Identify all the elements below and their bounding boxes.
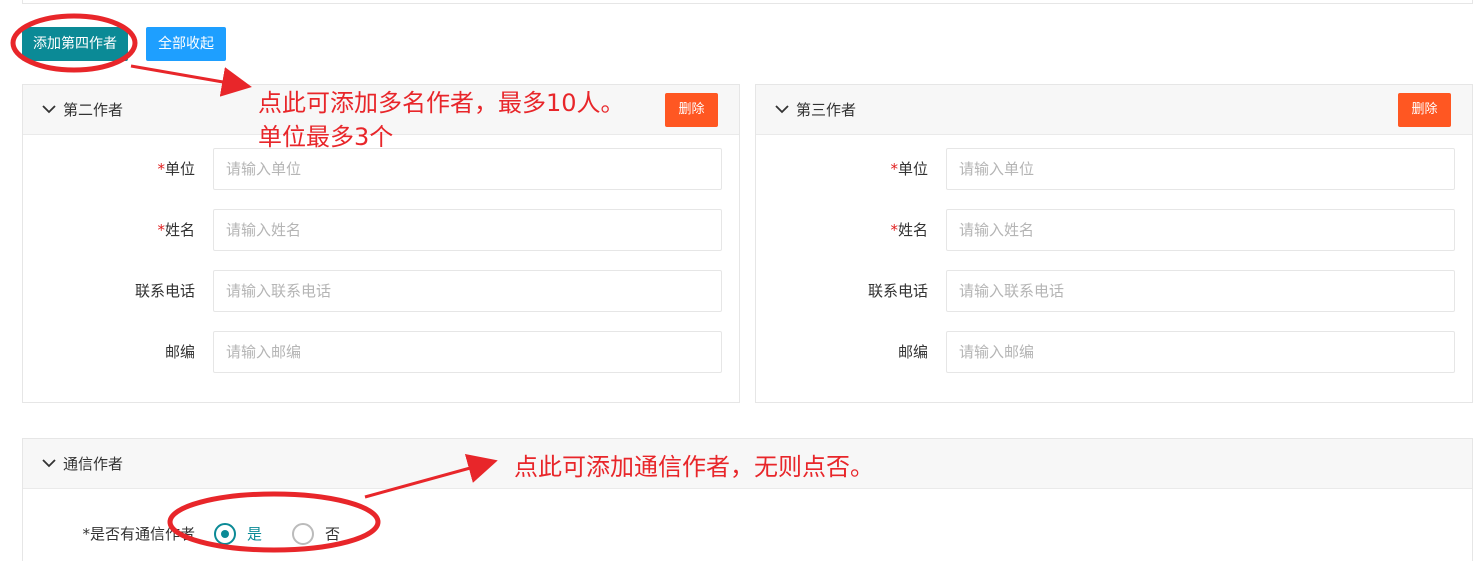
chevron-down-icon[interactable] bbox=[41, 101, 57, 117]
panel-title: 第二作者 bbox=[63, 101, 124, 119]
phone-input[interactable] bbox=[946, 270, 1455, 312]
radio-yes[interactable] bbox=[214, 523, 236, 545]
field-row-name: *姓名 bbox=[23, 209, 739, 251]
affiliation-input[interactable] bbox=[946, 148, 1455, 190]
postcode-input[interactable] bbox=[213, 331, 722, 373]
add-author-button[interactable]: 添加第四作者 bbox=[22, 27, 128, 61]
field-label: 邮编 bbox=[897, 343, 928, 361]
question-label: 是否有通信作者 bbox=[89, 525, 195, 543]
radio-no[interactable] bbox=[292, 523, 314, 545]
field-row-affiliation: *单位 bbox=[756, 148, 1472, 190]
name-input[interactable] bbox=[213, 209, 722, 251]
field-row-name: *姓名 bbox=[756, 209, 1472, 251]
correspondence-radio-group: *是否有通信作者 是 否 bbox=[0, 520, 600, 548]
annotation-add-hint-line1: 点此可添加多名作者，最多10人。 bbox=[258, 89, 625, 117]
required-mark: * bbox=[890, 160, 898, 178]
chevron-down-icon[interactable] bbox=[774, 101, 790, 117]
field-row-postcode: 邮编 bbox=[756, 331, 1472, 373]
field-label: 单位 bbox=[897, 160, 928, 178]
radio-no-label[interactable]: 否 bbox=[325, 520, 340, 548]
required-mark: * bbox=[157, 221, 165, 239]
field-label: 邮编 bbox=[164, 343, 195, 361]
panel-header[interactable]: 第三作者 删除 bbox=[756, 85, 1472, 135]
field-row-postcode: 邮编 bbox=[23, 331, 739, 373]
delete-author-button[interactable]: 删除 bbox=[1398, 93, 1451, 127]
arrow-add-hint bbox=[130, 64, 252, 97]
delete-author-button[interactable]: 删除 bbox=[665, 93, 718, 127]
author-panel-third: 第三作者 删除 *单位 *姓名 联系电话 邮编 bbox=[755, 84, 1473, 403]
required-mark: * bbox=[82, 525, 90, 543]
required-mark: * bbox=[890, 221, 898, 239]
panel-title: 第三作者 bbox=[796, 101, 857, 119]
name-input[interactable] bbox=[946, 209, 1455, 251]
chevron-down-icon[interactable] bbox=[41, 455, 57, 471]
collapse-all-button[interactable]: 全部收起 bbox=[146, 27, 226, 61]
field-label: 联系电话 bbox=[867, 282, 928, 300]
field-row-affiliation: *单位 bbox=[23, 148, 739, 190]
required-mark: * bbox=[157, 160, 165, 178]
field-label: 单位 bbox=[164, 160, 195, 178]
field-row-phone: 联系电话 bbox=[23, 270, 739, 312]
field-label: 姓名 bbox=[164, 221, 195, 239]
field-row-phone: 联系电话 bbox=[756, 270, 1472, 312]
field-label: 姓名 bbox=[897, 221, 928, 239]
field-label: 联系电话 bbox=[134, 282, 195, 300]
annotation-add-hint-line2: 单位最多3个 bbox=[258, 123, 394, 151]
phone-input[interactable] bbox=[213, 270, 722, 312]
radio-yes-label[interactable]: 是 bbox=[247, 520, 262, 548]
postcode-input[interactable] bbox=[946, 331, 1455, 373]
annotation-corr-hint: 点此可添加通信作者，无则点否。 bbox=[514, 453, 874, 481]
panel-title: 通信作者 bbox=[63, 455, 124, 473]
previous-section-border bbox=[22, 0, 1473, 4]
affiliation-input[interactable] bbox=[213, 148, 722, 190]
